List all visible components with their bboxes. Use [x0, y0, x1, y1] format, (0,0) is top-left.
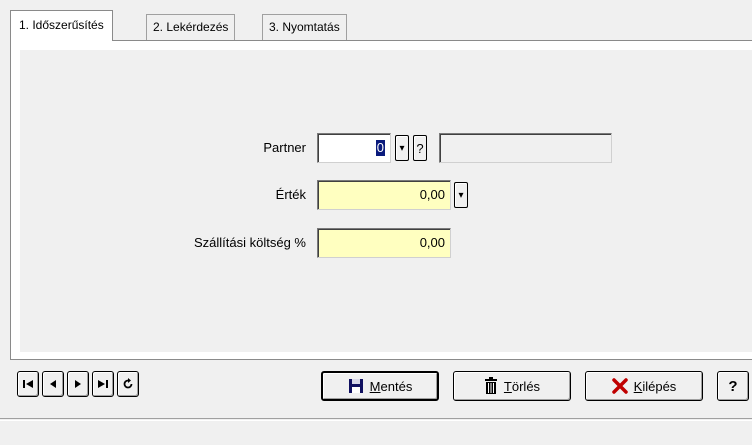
last-record-icon [98, 380, 108, 388]
partner-label: Partner [263, 140, 306, 155]
szallitasi-koltseg-field[interactable]: 0,00 [317, 228, 451, 258]
ertek-field[interactable]: 0,00 [317, 180, 451, 210]
partner-dropdown-button[interactable]: ▾ [395, 135, 409, 161]
help-button[interactable]: ? [717, 371, 749, 401]
tab-idoszerusites[interactable]: 1. Időszerűsítés [10, 10, 113, 41]
refresh-button[interactable] [117, 371, 139, 397]
partner-name-field [439, 133, 612, 163]
save-label: Mentés [369, 378, 413, 394]
ertek-label: Érték [275, 187, 306, 202]
next-record-icon [75, 380, 81, 388]
tab-nyomtatas[interactable]: 3. Nyomtatás [262, 14, 347, 40]
status-bar [0, 418, 752, 445]
ertek-dropdown-button[interactable]: ▾ [454, 182, 468, 208]
chevron-down-icon: ▾ [399, 142, 405, 154]
next-record-button[interactable] [67, 371, 89, 397]
tab-bar: 1. Időszerűsítés 2. Lekérdezés 3. Nyomta… [10, 10, 752, 41]
question-icon: ? [416, 140, 424, 156]
refresh-icon [123, 378, 133, 389]
delete-button[interactable]: Törlés [453, 371, 571, 401]
help-icon: ? [728, 377, 738, 395]
floppy-icon [348, 379, 363, 393]
exit-button[interactable]: Kilépés [585, 371, 703, 401]
first-record-icon [23, 380, 33, 388]
last-record-button[interactable] [92, 371, 114, 397]
app-window: 1. Időszerűsítés 2. Lekérdezés 3. Nyomta… [0, 0, 752, 445]
partner-code-field[interactable]: 0 [317, 133, 391, 163]
prev-record-icon [50, 380, 56, 388]
trash-icon [484, 377, 497, 394]
close-x-icon [611, 378, 628, 394]
exit-label: Kilépés [633, 378, 677, 394]
partner-lookup-button[interactable]: ? [413, 135, 427, 161]
szallitasi-koltseg-label: Szállítási költség % [194, 235, 306, 250]
tab-lekerdezes[interactable]: 2. Lekérdezés [146, 14, 236, 40]
save-button[interactable]: Mentés [321, 371, 439, 401]
partner-code-value: 0 [375, 140, 385, 156]
prev-record-button[interactable] [42, 371, 64, 397]
chevron-down-icon: ▾ [458, 189, 464, 201]
delete-label: Törlés [503, 378, 541, 394]
first-record-button[interactable] [17, 371, 39, 397]
